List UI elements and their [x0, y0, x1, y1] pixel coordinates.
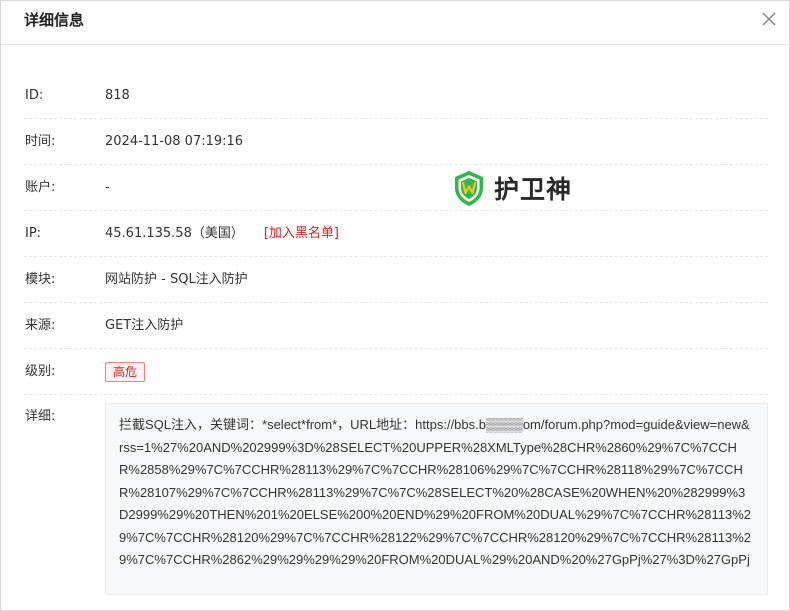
field-value: GET注入防护	[105, 318, 184, 333]
field-value: 网站防护 - SQL注入防护	[105, 272, 248, 287]
field-row-detail: 详细: 拦截SQL注入，关键词：*select*from*，URL地址：http…	[24, 395, 768, 605]
field-row-module: 模块: 网站防护 - SQL注入防护	[24, 257, 768, 303]
field-row-source: 来源: GET注入防护	[24, 303, 768, 349]
field-label: ID:	[25, 88, 44, 103]
detail-body: ID: 818 时间: 2024-11-08 07:19:16 账户: - IP…	[24, 73, 768, 605]
ip-address: 45.61.135.58（美国）	[105, 226, 244, 241]
field-label: 模块:	[25, 272, 56, 287]
field-label: 账户:	[25, 180, 56, 195]
close-icon	[762, 12, 776, 26]
field-value: -	[105, 180, 110, 195]
dialog-header: 详细信息	[1, 1, 789, 45]
add-to-blacklist-link[interactable]: [加入黑名单]	[264, 226, 339, 241]
field-row-level: 级别: 高危	[24, 349, 768, 395]
watermark-logo: 护卫神	[453, 169, 572, 207]
field-label: 来源:	[25, 318, 56, 333]
field-value: 2024-11-08 07:19:16	[105, 134, 244, 149]
dialog-title: 详细信息	[24, 11, 85, 29]
field-label: 详细:	[25, 409, 56, 424]
field-label: 级别:	[25, 364, 56, 379]
detail-text-box: 拦截SQL注入，关键词：*select*from*，URL地址：https://…	[105, 403, 768, 595]
close-button[interactable]	[759, 9, 779, 29]
field-row-id: ID: 818	[24, 73, 768, 119]
field-value: 818	[105, 88, 130, 103]
watermark-text: 护卫神	[494, 175, 573, 204]
field-row-time: 时间: 2024-11-08 07:19:16	[24, 119, 768, 165]
shield-w-icon	[455, 170, 483, 206]
field-label: IP:	[25, 226, 42, 241]
field-row-ip: IP: 45.61.135.58（美国） [加入黑名单]	[24, 211, 768, 257]
field-label: 时间:	[25, 134, 56, 149]
field-value-ip: 45.61.135.58（美国） [加入黑名单]	[105, 211, 339, 257]
detail-dialog: 详细信息 ID: 818 时间: 2024-11-08 07:19:16 账户:…	[0, 0, 790, 611]
field-value-level: 高危	[105, 349, 146, 395]
field-row-account: 账户: -	[24, 165, 768, 211]
severity-badge: 高危	[105, 361, 146, 382]
